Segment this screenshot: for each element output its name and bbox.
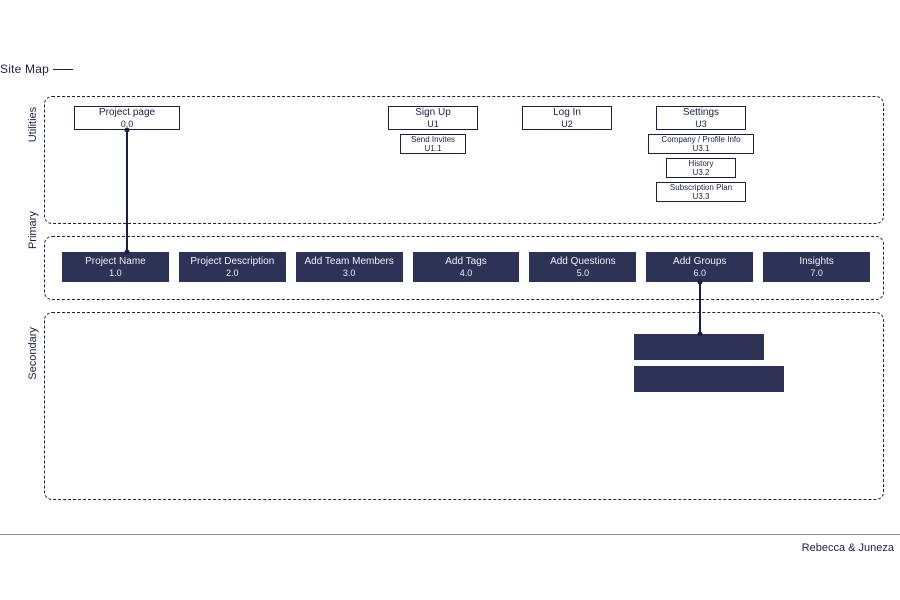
connector-dot xyxy=(125,250,130,255)
node-settings: Settings U3 xyxy=(656,106,746,130)
node-add-questions: Add Questions 5.0 xyxy=(529,252,636,282)
node-add-tags: Add Tags 4.0 xyxy=(413,252,520,282)
node-company-profile-info: Company / Profile Info U3.1 xyxy=(648,134,754,154)
node-log-in: Log In U2 xyxy=(522,106,612,130)
primary-row: Project Name 1.0 Project Description 2.0… xyxy=(62,252,870,282)
title-dash-icon xyxy=(53,69,73,70)
section-label-utilities: Utilities xyxy=(27,107,39,142)
node-project-name: Project Name 1.0 xyxy=(62,252,169,282)
page-title: Site Map xyxy=(0,62,73,76)
node-add-groups: Add Groups 6.0 xyxy=(646,252,753,282)
node-add-team-members: Add Team Members 3.0 xyxy=(296,252,403,282)
connector-dot xyxy=(698,332,703,337)
node-subscription-plan: Subscription Plan U3.3 xyxy=(656,182,746,202)
node-secondary-2 xyxy=(634,366,784,392)
node-history: History U3.2 xyxy=(666,158,736,178)
node-insights: Insights 7.0 xyxy=(763,252,870,282)
section-label-primary: Primary xyxy=(27,211,39,249)
node-sign-up: Sign Up U1 xyxy=(388,106,478,130)
node-project-page: Project page 0.0 xyxy=(74,106,180,130)
footer-credit: Rebecca & Juneza xyxy=(802,542,894,554)
node-send-invites: Send Invites U1.1 xyxy=(400,134,466,154)
page-title-text: Site Map xyxy=(0,62,49,76)
section-label-secondary: Secondary xyxy=(27,327,39,380)
node-project-description: Project Description 2.0 xyxy=(179,252,286,282)
node-secondary-1 xyxy=(634,334,764,360)
connector-line xyxy=(699,282,701,334)
connector-line xyxy=(126,130,128,252)
footer-divider xyxy=(0,534,900,535)
